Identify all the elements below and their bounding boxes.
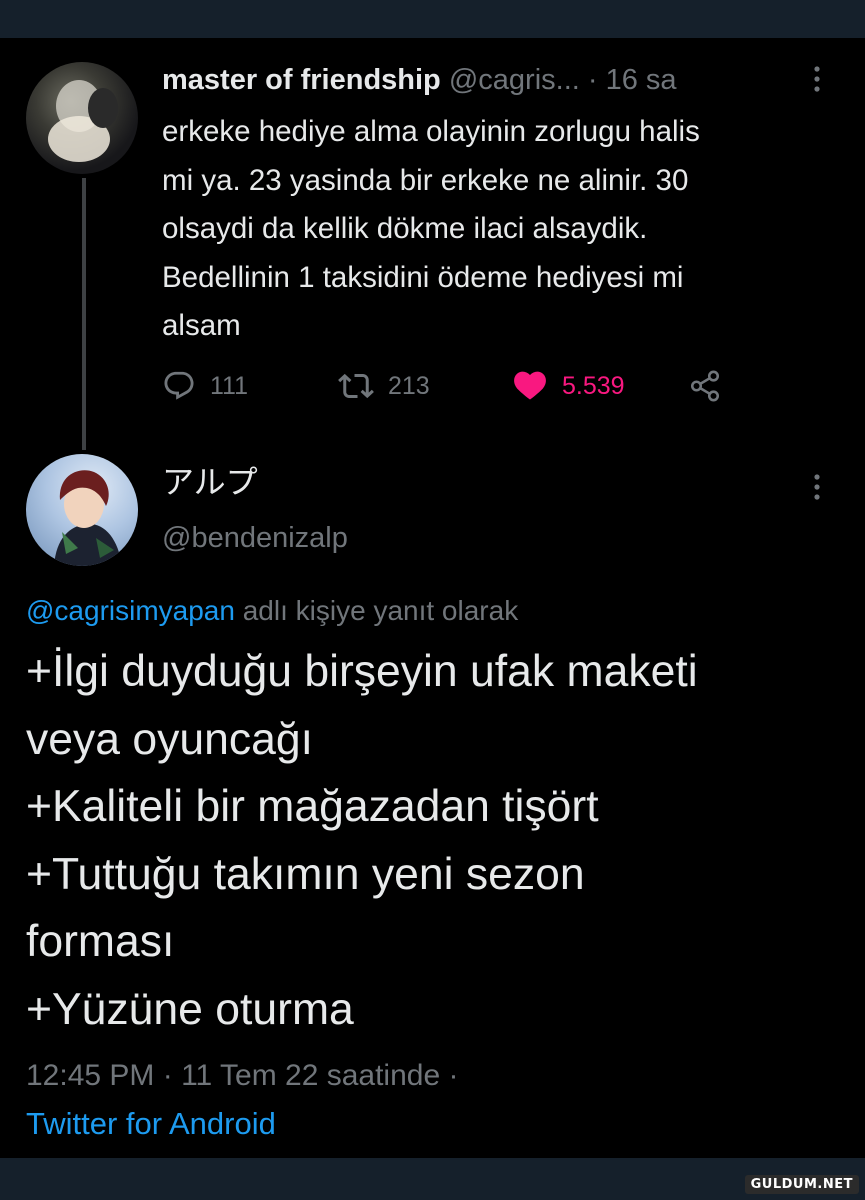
author-handle[interactable]: @bendenizalp — [162, 520, 348, 556]
reply-to-suffix: adlı kişiye yanıt olarak — [234, 595, 519, 626]
tweet-header: master of friendship @cagris... · 16 sa — [162, 62, 822, 98]
bottom-bar — [0, 1158, 865, 1200]
header-separator: · — [587, 64, 598, 96]
reply-count: 111 — [210, 371, 249, 400]
reply-button[interactable]: 111 — [162, 366, 248, 406]
tweet-time[interactable]: 16 sa — [606, 64, 677, 96]
reply-mention-link[interactable]: @cagrisimyapan — [26, 595, 235, 626]
more-icon[interactable] — [812, 472, 822, 506]
heart-icon — [512, 368, 548, 404]
share-button[interactable] — [688, 366, 722, 406]
reply-icon — [162, 369, 196, 403]
retweet-button[interactable]: 213 — [338, 366, 430, 406]
tweet-source-link[interactable]: Twitter for Android — [26, 1104, 276, 1144]
author-name[interactable]: master of friendship — [162, 64, 441, 96]
like-count: 5.539 — [562, 371, 625, 400]
tweet-actions: 111 213 5.539 — [162, 366, 762, 406]
avatar[interactable] — [26, 62, 138, 174]
retweet-count: 213 — [388, 371, 430, 400]
tweet-timestamp[interactable]: 12:45 PM · 11 Tem 22 saatinde · — [26, 1056, 458, 1096]
tweet-text: erkeke hediye alma olayinin zorlugu hali… — [162, 115, 700, 342]
watermark: GULDUM.NET — [744, 1175, 859, 1194]
top-bar — [0, 0, 865, 38]
retweet-icon — [338, 368, 374, 404]
author-handle[interactable]: @cagris... — [449, 64, 580, 96]
more-icon[interactable] — [812, 64, 822, 98]
replying-to: @cagrisimyapan adlı kişiye yanıt olarak — [26, 592, 518, 630]
share-icon — [688, 369, 722, 403]
like-button[interactable]: 5.539 — [512, 366, 625, 406]
avatar[interactable] — [26, 454, 138, 566]
thread-line — [82, 178, 86, 450]
tweet-text: +İlgi duyduğu birşeyin ufak maketi veya … — [26, 647, 698, 1034]
author-name[interactable]: アルプ — [162, 462, 258, 502]
